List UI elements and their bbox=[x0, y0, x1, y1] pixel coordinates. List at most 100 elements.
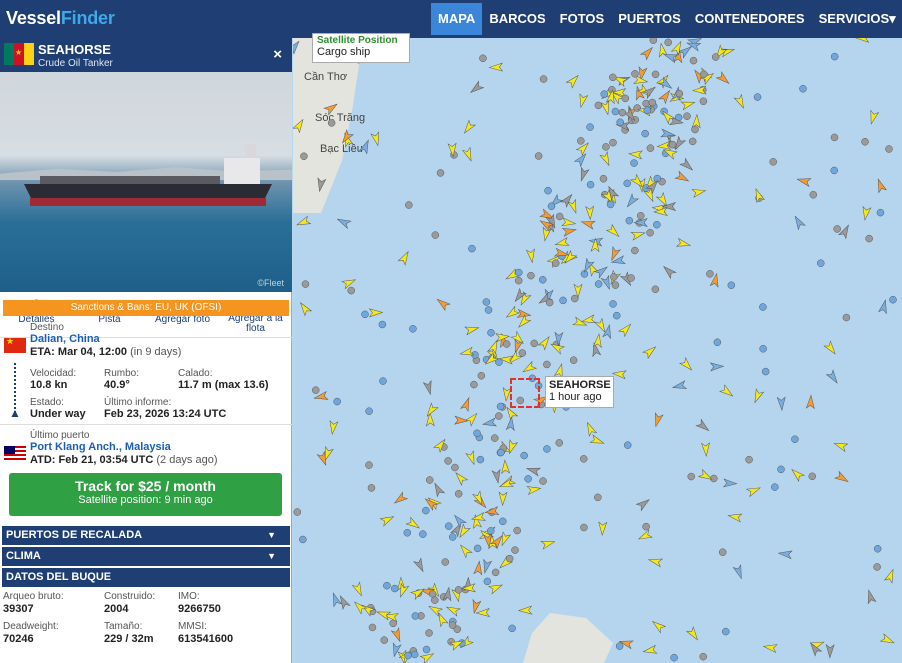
vessel-marker[interactable] bbox=[594, 493, 602, 502]
vessel-marker[interactable] bbox=[652, 412, 664, 428]
vessel-marker[interactable] bbox=[586, 180, 595, 189]
vessel-marker[interactable] bbox=[392, 491, 409, 506]
vessel-marker[interactable] bbox=[751, 388, 765, 404]
vessel-marker[interactable] bbox=[679, 157, 695, 173]
vessel-marker[interactable] bbox=[879, 633, 896, 647]
vessel-marker[interactable] bbox=[842, 313, 851, 322]
vessel-markers-layer[interactable] bbox=[293, 38, 902, 663]
vessel-marker[interactable] bbox=[508, 624, 516, 633]
nav-barcos[interactable]: BARCOS bbox=[482, 3, 552, 35]
vessel-marker[interactable] bbox=[675, 237, 692, 250]
vessel-marker[interactable] bbox=[687, 472, 696, 481]
vessel-marker[interactable] bbox=[599, 174, 608, 183]
nav-fotos[interactable]: FOTOS bbox=[553, 3, 612, 35]
vessel-marker[interactable] bbox=[561, 226, 577, 237]
vessel-marker[interactable] bbox=[473, 429, 481, 438]
vessel-marker[interactable] bbox=[361, 310, 369, 319]
vessel-marker[interactable] bbox=[885, 145, 893, 153]
nav-servicios[interactable]: SERVICIOS▾ bbox=[812, 3, 902, 35]
vessel-marker[interactable] bbox=[691, 113, 701, 129]
vessel-marker[interactable] bbox=[594, 280, 603, 288]
vessel-marker[interactable] bbox=[300, 152, 308, 160]
vessel-marker[interactable] bbox=[777, 549, 793, 560]
vessel-marker[interactable] bbox=[520, 451, 528, 460]
vessel-marker[interactable] bbox=[475, 608, 491, 618]
vessel-marker[interactable] bbox=[390, 627, 403, 643]
vessel-marker[interactable] bbox=[623, 441, 632, 449]
vessel-marker[interactable] bbox=[633, 104, 641, 112]
vessel-marker[interactable] bbox=[543, 360, 551, 369]
vessel-marker[interactable] bbox=[464, 411, 480, 427]
vessel-marker[interactable] bbox=[451, 463, 459, 472]
vessel-marker[interactable] bbox=[327, 119, 336, 127]
vessel-marker[interactable] bbox=[413, 557, 427, 573]
vessel-marker[interactable] bbox=[671, 380, 688, 392]
vessel-marker[interactable] bbox=[642, 344, 658, 360]
vessel-marker[interactable] bbox=[637, 212, 645, 220]
vessel-marker[interactable] bbox=[527, 271, 535, 280]
vessel-marker[interactable] bbox=[358, 139, 371, 155]
vessel-marker[interactable] bbox=[347, 286, 355, 295]
vessel-marker[interactable] bbox=[649, 38, 658, 44]
track-subscribe-button[interactable]: Track for $25 / month Satellite position… bbox=[9, 473, 282, 516]
vessel-marker[interactable] bbox=[410, 650, 419, 659]
vessel-marker[interactable] bbox=[517, 605, 533, 615]
vessel-marker[interactable] bbox=[543, 445, 551, 453]
vessel-marker[interactable] bbox=[653, 220, 661, 229]
vessel-marker[interactable] bbox=[621, 94, 630, 103]
vessel-marker[interactable] bbox=[627, 274, 635, 282]
vessel-marker[interactable] bbox=[378, 320, 387, 329]
vessel-marker[interactable] bbox=[521, 360, 538, 376]
vessel-photo[interactable]: ©Fleet bbox=[0, 72, 292, 292]
vessel-marker[interactable] bbox=[482, 298, 491, 306]
vessel-marker[interactable] bbox=[368, 623, 377, 632]
vessel-marker[interactable] bbox=[584, 421, 598, 437]
vessel-marker[interactable] bbox=[537, 334, 552, 351]
vessel-marker[interactable] bbox=[878, 299, 890, 315]
vessel-marker[interactable] bbox=[577, 137, 585, 145]
vessel-marker[interactable] bbox=[642, 99, 650, 108]
vessel-marker[interactable] bbox=[618, 108, 627, 117]
vessel-marker[interactable] bbox=[511, 546, 519, 554]
vessel-marker[interactable] bbox=[555, 439, 564, 447]
vessel-marker[interactable] bbox=[379, 513, 395, 527]
vessel-marker[interactable] bbox=[609, 73, 617, 82]
vessel-marker[interactable] bbox=[771, 483, 779, 491]
vessel-marker[interactable] bbox=[422, 379, 434, 396]
vessel-marker[interactable] bbox=[612, 311, 621, 320]
vessel-marker[interactable] bbox=[873, 563, 881, 571]
vessel-marker[interactable] bbox=[573, 151, 588, 168]
vessel-marker[interactable] bbox=[688, 137, 697, 146]
vessel-marker[interactable] bbox=[410, 586, 426, 600]
vessel-marker[interactable] bbox=[454, 415, 469, 425]
vessel-marker[interactable] bbox=[370, 131, 382, 147]
vessel-marker[interactable] bbox=[341, 276, 357, 290]
vessel-marker[interactable] bbox=[889, 295, 897, 304]
vessel-marker[interactable] bbox=[470, 380, 478, 389]
vessel-marker[interactable] bbox=[580, 523, 588, 532]
vessel-marker[interactable] bbox=[680, 98, 696, 111]
vessel-marker[interactable] bbox=[719, 384, 735, 399]
vessel-tooltip[interactable]: SEAHORSE 1 hour ago bbox=[545, 376, 614, 408]
vessel-marker[interactable] bbox=[561, 217, 577, 228]
vessel-marker[interactable] bbox=[390, 642, 402, 658]
vessel-marker[interactable] bbox=[468, 244, 476, 253]
vessel-marker[interactable] bbox=[311, 386, 320, 394]
vessel-marker[interactable] bbox=[689, 56, 698, 65]
vessel-marker[interactable] bbox=[616, 118, 624, 127]
section-weather[interactable]: CLIMA ▼ bbox=[2, 547, 290, 566]
vessel-marker[interactable] bbox=[623, 179, 631, 188]
vessel-marker[interactable] bbox=[585, 205, 595, 221]
vessel-marker[interactable] bbox=[299, 535, 307, 544]
vessel-marker[interactable] bbox=[431, 481, 446, 498]
vessel-marker[interactable] bbox=[791, 435, 799, 443]
vessel-marker[interactable] bbox=[540, 538, 556, 550]
close-icon[interactable]: × bbox=[273, 46, 282, 63]
vessel-marker[interactable] bbox=[473, 560, 484, 576]
vessel-marker[interactable] bbox=[365, 461, 373, 469]
vessel-marker[interactable] bbox=[796, 175, 812, 187]
vessel-marker[interactable] bbox=[593, 264, 609, 279]
vessel-marker[interactable] bbox=[637, 529, 653, 543]
vessel-marker[interactable] bbox=[611, 369, 627, 380]
vessel-marker[interactable] bbox=[554, 236, 570, 249]
